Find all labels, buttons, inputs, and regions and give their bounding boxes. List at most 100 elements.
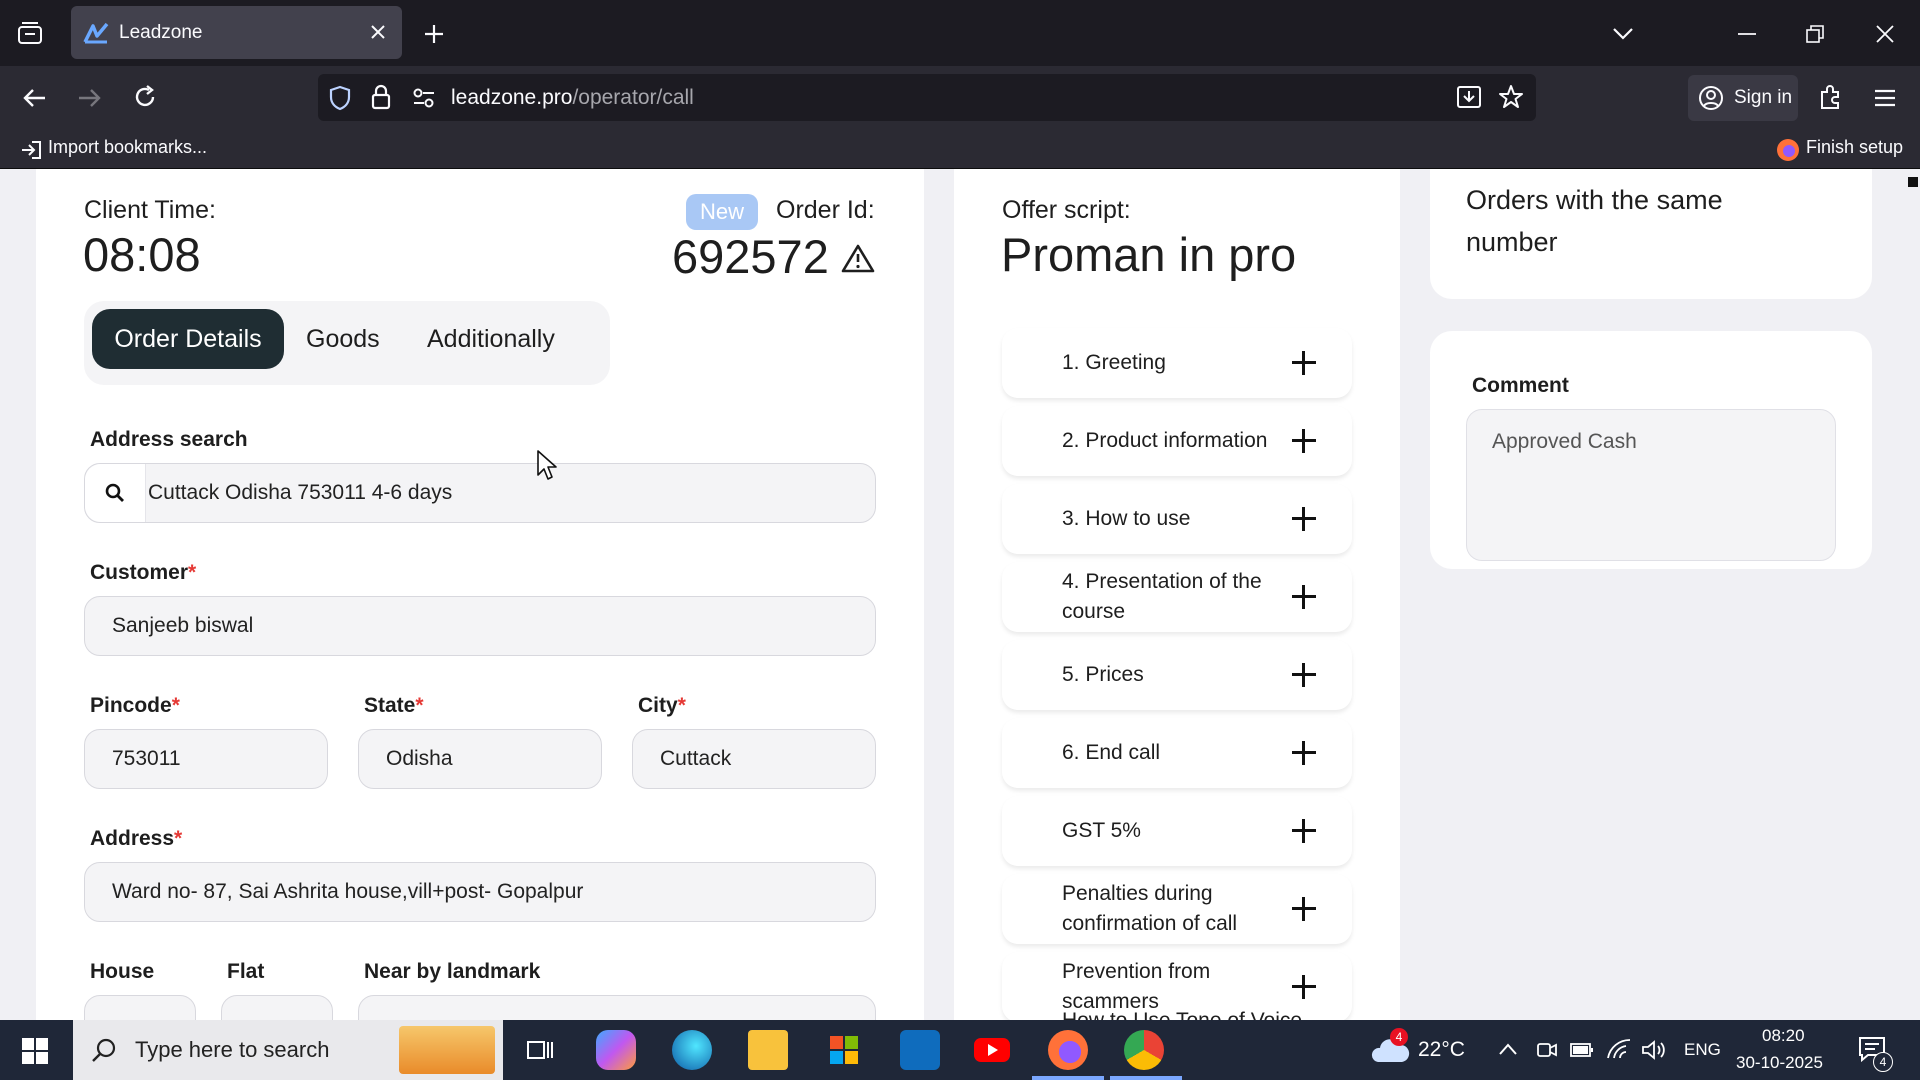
address-label-text: Address — [90, 827, 175, 850]
tab-goods[interactable]: Goods — [306, 309, 380, 369]
close-window-icon[interactable] — [1870, 20, 1900, 48]
tab-additionally[interactable]: Additionally — [427, 309, 555, 369]
plus-icon[interactable] — [1292, 741, 1316, 765]
weather-temperature[interactable]: 22°C — [1418, 1038, 1465, 1062]
copilot-icon[interactable] — [596, 1030, 636, 1070]
account-icon — [1698, 85, 1724, 111]
url-text[interactable]: leadzone.pro/operator/call — [451, 86, 694, 110]
edge-browser-icon[interactable] — [672, 1030, 712, 1070]
file-explorer-icon[interactable] — [748, 1030, 788, 1070]
offer-script-title: Proman in pro — [1001, 228, 1297, 281]
chrome-taskbar-icon[interactable] — [1124, 1030, 1164, 1070]
import-bookmarks-link[interactable]: Import bookmarks... — [48, 137, 207, 158]
city-input[interactable]: Cuttack — [632, 729, 876, 789]
save-to-pocket-download-icon[interactable] — [1456, 85, 1482, 114]
script-item-presentation-course[interactable]: 4. Presentation of the course — [1002, 562, 1352, 632]
leadzone-logo-icon — [83, 22, 109, 44]
script-item-penalties[interactable]: Penalties during confirmation of call — [1002, 874, 1352, 944]
city-label: City* — [638, 694, 686, 718]
minimize-icon[interactable] — [1732, 20, 1762, 48]
landmark-input[interactable] — [358, 995, 876, 1020]
script-item-prices[interactable]: 5. Prices — [1002, 640, 1352, 710]
client-time-value: 08:08 — [83, 228, 201, 281]
close-tab-icon[interactable] — [368, 22, 388, 42]
customer-label: Customer* — [90, 561, 196, 585]
windows-start-icon[interactable] — [22, 1038, 48, 1069]
clock-time[interactable]: 08:20 — [1762, 1026, 1805, 1046]
finish-setup-link[interactable]: Finish setup — [1806, 137, 1903, 158]
restore-icon[interactable] — [1800, 20, 1830, 48]
pincode-label: Pincode* — [90, 694, 180, 718]
comment-textarea[interactable]: Approved Cash — [1466, 409, 1836, 561]
script-item-tone-of-voice[interactable]: How to Use Tone of Voice — [1002, 1002, 1352, 1020]
outlook-icon[interactable] — [900, 1030, 940, 1070]
sign-in-label: Sign in — [1734, 87, 1793, 108]
customer-input[interactable]: Sanjeeb biswal — [84, 596, 876, 656]
pincode-input[interactable]: 753011 — [84, 729, 328, 789]
battery-icon[interactable] — [1570, 1042, 1594, 1063]
firefox-taskbar-icon[interactable] — [1048, 1030, 1088, 1070]
bookmark-star-icon[interactable] — [1498, 84, 1524, 115]
script-item-how-to-use[interactable]: 3. How to use — [1002, 484, 1352, 554]
page-scrollbar-thumb[interactable] — [1908, 177, 1918, 187]
search-icon — [85, 464, 146, 522]
pincode-value: 753011 — [112, 747, 181, 770]
house-input[interactable] — [84, 995, 196, 1020]
plus-icon[interactable] — [1292, 975, 1316, 999]
script-item-label: Penalties during confirmation of call — [1062, 882, 1238, 935]
show-hidden-icons-chevron-up-icon[interactable] — [1498, 1042, 1518, 1061]
extensions-puzzle-icon[interactable] — [1816, 82, 1846, 112]
script-item-end-call[interactable]: 6. End call — [1002, 718, 1352, 788]
script-item-label: 3. How to use — [1062, 507, 1191, 530]
menu-hamburger-icon[interactable] — [1870, 84, 1900, 112]
script-item-gst[interactable]: GST 5% — [1002, 796, 1352, 866]
order-id-value: 692572 — [672, 230, 829, 283]
plus-icon[interactable] — [1292, 897, 1316, 921]
list-tabs-chevron-down-icon[interactable] — [1608, 20, 1638, 48]
clock-date[interactable]: 30-10-2025 — [1736, 1053, 1823, 1073]
required-mark: * — [188, 561, 197, 584]
script-item-greeting[interactable]: 1. Greeting — [1002, 328, 1352, 398]
tracking-shield-icon[interactable] — [328, 85, 352, 116]
plus-icon[interactable] — [1292, 507, 1316, 531]
volume-speaker-icon[interactable] — [1640, 1038, 1666, 1067]
url-domain: leadzone.pro — [451, 86, 573, 109]
script-item-label: How to Use Tone of Voice — [1062, 1006, 1342, 1020]
lock-icon[interactable] — [370, 84, 392, 115]
sign-in-button[interactable]: Sign in — [1688, 75, 1798, 121]
warning-triangle-icon[interactable] — [841, 243, 875, 278]
input-language[interactable]: ENG — [1684, 1040, 1721, 1060]
order-details-card: Client Time: 08:08 New Order Id: 692572 … — [36, 169, 924, 1020]
reload-icon[interactable] — [130, 82, 160, 112]
wifi-icon[interactable] — [1606, 1038, 1632, 1065]
flat-input[interactable] — [221, 995, 333, 1020]
url-bar[interactable]: leadzone.pro/operator/call — [318, 74, 1536, 121]
plus-icon[interactable] — [1292, 585, 1316, 609]
microsoft-store-icon[interactable] — [824, 1030, 864, 1070]
back-arrow-icon[interactable] — [20, 84, 50, 112]
order-tabs: Order Details Goods Additionally — [84, 301, 610, 385]
plus-icon[interactable] — [1292, 819, 1316, 843]
plus-icon[interactable] — [1292, 351, 1316, 375]
landmark-label: Near by landmark — [364, 960, 541, 983]
plus-icon[interactable] — [1292, 663, 1316, 687]
tab-overview-icon[interactable] — [14, 18, 46, 48]
customer-value: Sanjeeb biswal — [112, 614, 254, 637]
meet-camera-icon[interactable] — [1536, 1040, 1558, 1065]
page-content: Client Time: 08:08 New Order Id: 692572 … — [0, 169, 1920, 1020]
tab-order-details[interactable]: Order Details — [92, 309, 284, 369]
address-input[interactable]: Ward no- 87, Sai Ashrita house,vill+post… — [84, 862, 876, 922]
firefox-active-indicator — [1032, 1076, 1104, 1080]
youtube-icon[interactable] — [972, 1030, 1012, 1070]
script-item-product-information[interactable]: 2. Product information — [1002, 406, 1352, 476]
tab-leadzone[interactable]: Leadzone — [71, 6, 402, 59]
state-input[interactable]: Odisha — [358, 729, 602, 789]
task-view-icon[interactable] — [520, 1030, 560, 1070]
new-tab-icon[interactable] — [420, 20, 448, 48]
site-permissions-icon[interactable] — [412, 87, 436, 114]
same-number-orders-title: Orders with the same number — [1466, 185, 1723, 257]
script-item-label: GST 5% — [1062, 819, 1141, 842]
address-search-input[interactable]: Cuttack Odisha 753011 4-6 days — [84, 463, 876, 523]
taskbar-search-box[interactable]: Type here to search — [73, 1020, 503, 1080]
plus-icon[interactable] — [1292, 429, 1316, 453]
